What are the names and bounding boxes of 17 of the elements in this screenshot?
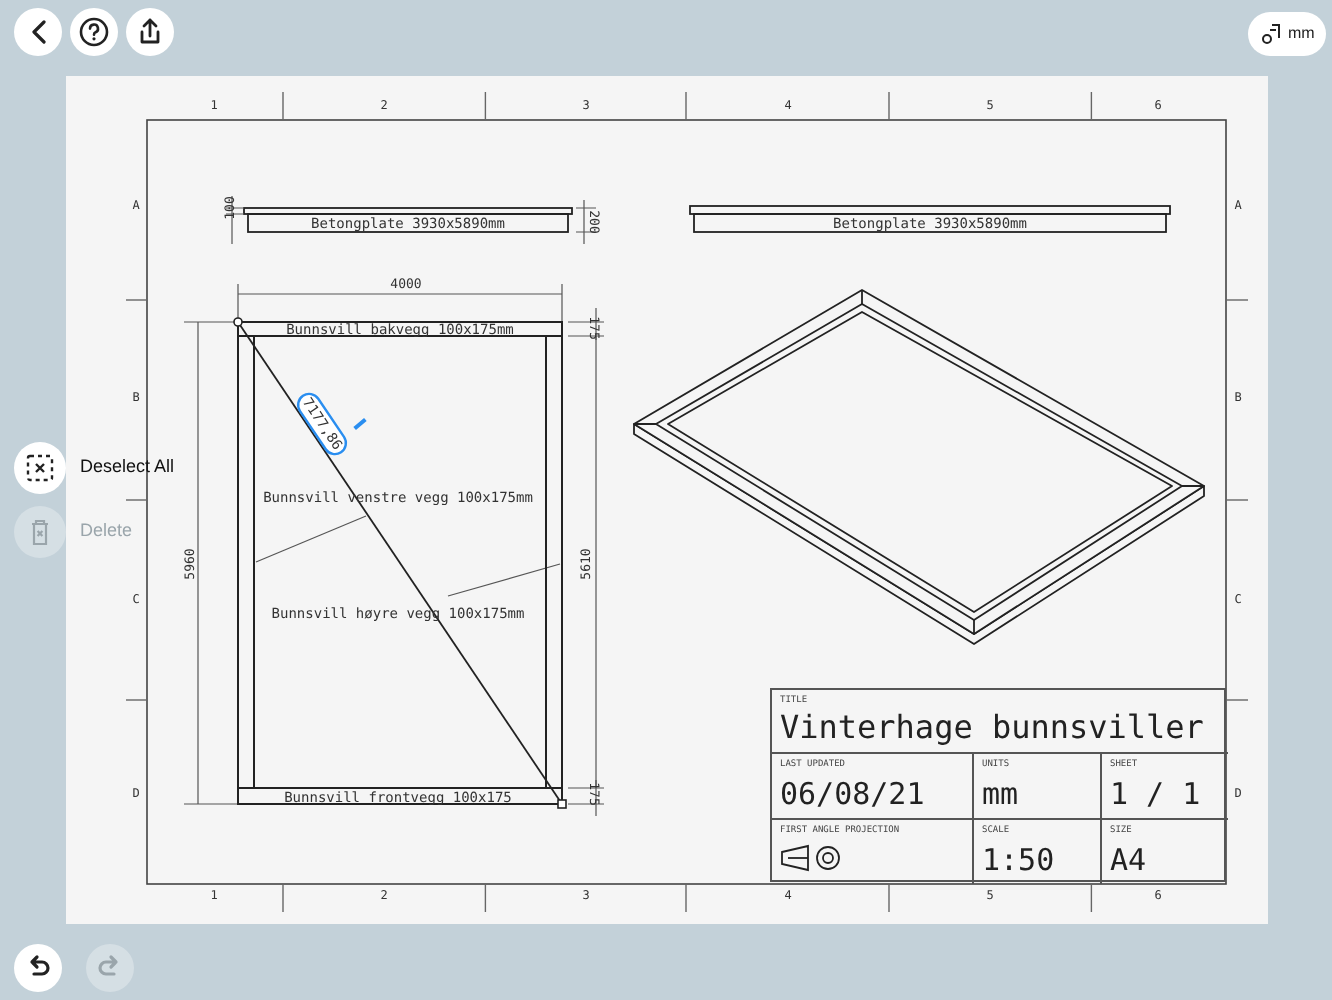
field-value: 06/08/21 — [780, 774, 927, 814]
pencil-icon[interactable] — [353, 417, 367, 431]
field-value: 1:50 — [982, 840, 1057, 880]
help-icon — [76, 14, 112, 50]
field-value: A4 — [1110, 840, 1149, 880]
back-icon — [31, 20, 45, 44]
field-value: mm — [982, 774, 1021, 814]
share-button[interactable] — [126, 8, 174, 56]
field-value: 1 / 1 — [1110, 774, 1203, 814]
help-button[interactable] — [70, 8, 118, 56]
back-button[interactable] — [14, 8, 62, 56]
undo-button[interactable] — [14, 944, 62, 992]
measure-point[interactable] — [557, 799, 567, 809]
deselect-icon — [22, 450, 58, 486]
field-value: Vinterhage bunnsviller — [780, 708, 1206, 748]
measure-point[interactable] — [233, 317, 243, 327]
units-button[interactable]: mm — [1248, 12, 1327, 56]
